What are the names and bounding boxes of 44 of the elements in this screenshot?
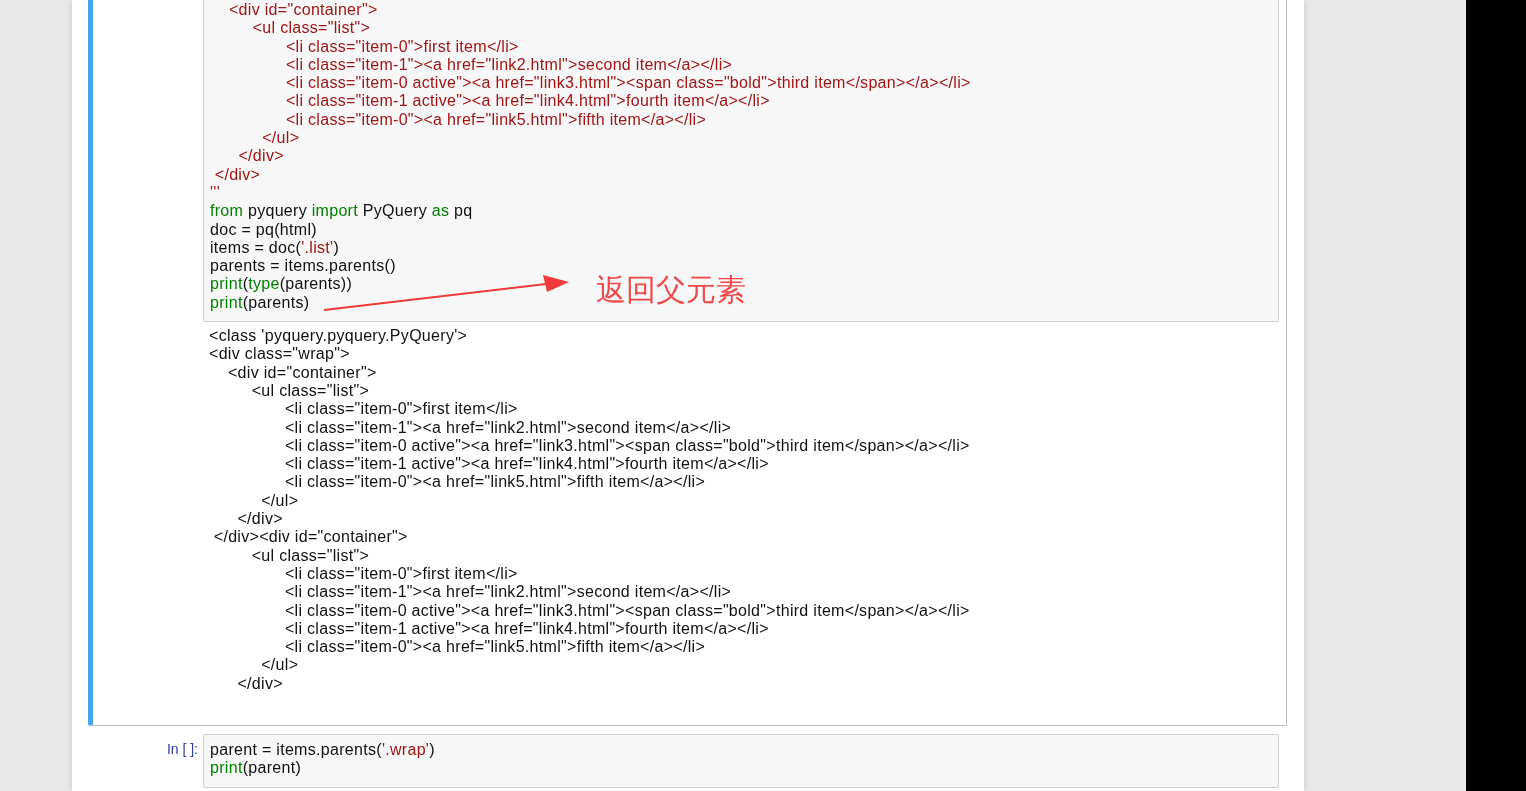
code-line: parent = items.parents('.wrap') xyxy=(210,741,435,760)
code-line: <li class="item-0 active"><a href="link3.html"><span class="bold">third item</span></a></li> xyxy=(284,74,971,93)
code-line: print(parent) xyxy=(210,759,302,778)
code-input[interactable]: parent = items.parents('.wrap') print(parent) xyxy=(203,734,1279,788)
output-line: <li class="item-0"><a href="link5.html">fifth item</a></li> xyxy=(283,638,706,657)
output-line: <li class="item-0 active"><a href="link3.html"><span class="bold">third item</span></a></li> xyxy=(283,601,970,620)
output-line: </div> xyxy=(236,510,283,529)
output-line: <li class="item-1"><a href="link2.html">second item</a></li> xyxy=(283,418,732,437)
code-line: <li class="item-0">first item</li> xyxy=(284,37,519,56)
output-line: <li class="item-0">first item</li> xyxy=(283,400,518,419)
code-line: doc = pq(html) xyxy=(210,220,317,239)
output-line: <li class="item-0">first item</li> xyxy=(283,564,518,584)
input-prompt: In [ ]: xyxy=(166,740,198,759)
output-line: </ul> xyxy=(260,491,299,510)
code-line: </ul> xyxy=(261,129,300,148)
code-line: <ul class="list"> xyxy=(251,19,371,38)
output-line: <li class="item-0 active"><a href="link3.html"><span class="bold">third item</span></a></li> xyxy=(283,436,970,456)
output-line: <li class="item-1 active"><a href="link4.html">fourth item</a></li> xyxy=(283,619,769,639)
code-line: print(type(parents)) xyxy=(210,275,353,294)
output-line: <div id="container"> xyxy=(226,363,377,382)
code-line: <li class="item-0"><a href="link5.html">fifth item</a></li> xyxy=(284,110,707,130)
output-line: </ul> xyxy=(260,656,299,675)
output-line: <li class="item-0"><a href="link5.html">fifth item</a></li> xyxy=(283,473,706,492)
code-line: parents = items.parents() xyxy=(210,257,396,276)
code-line: </div> xyxy=(237,147,284,166)
output-line: <li class="item-1 active"><a href="link4.html">fourth item</a></li> xyxy=(283,455,769,474)
code-line: <div id="container"> xyxy=(227,1,378,20)
output-line: <li class="item-1"><a href="link2.html">second item</a></li> xyxy=(283,583,732,602)
output-line: </div><div id="container"> xyxy=(212,528,408,547)
output-line: <ul class="list"> xyxy=(250,546,370,565)
output-line: </div> xyxy=(236,674,283,693)
code-line: <li class="item-1 active"><a href="link4.html">fourth item</a></li> xyxy=(284,92,770,111)
output-line: <div class="wrap"> xyxy=(209,345,350,364)
output-line: <class 'pyquery.pyquery.PyQuery'> xyxy=(209,327,468,346)
code-line: print(parents) xyxy=(210,293,310,313)
code-line: </div> xyxy=(213,165,261,184)
code-line: items = doc('.list') xyxy=(210,238,340,258)
notebook-cell[interactable]: In [ ]: parent = items.parents('.wrap') print(parent) xyxy=(88,734,1287,789)
output-line: <ul class="list"> xyxy=(250,381,370,401)
code-line: <li class="item-1"><a href="link2.html">second item</a></li> xyxy=(284,55,733,75)
code-line: from pyquery import PyQuery as pq xyxy=(210,202,473,221)
annotation-text: 返回父元素 xyxy=(596,271,746,309)
code-line: ''' xyxy=(210,183,221,203)
code-input[interactable] xyxy=(203,0,1279,323)
